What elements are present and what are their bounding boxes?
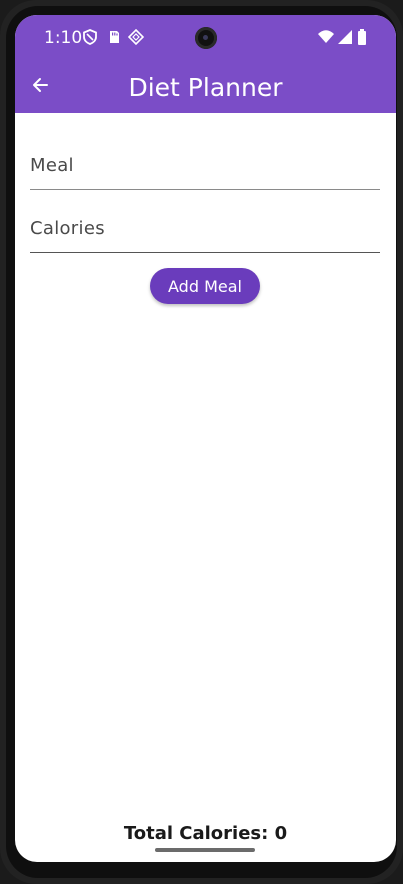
- page-title: Diet Planner: [128, 73, 283, 102]
- total-calories-label: Total Calories: 0: [123, 823, 288, 844]
- app-bar: Diet Planner: [15, 61, 396, 113]
- calories-input[interactable]: [30, 204, 380, 252]
- diamond-icon: [127, 28, 145, 46]
- add-meal-button[interactable]: Add Meal: [150, 268, 260, 304]
- sd-card-icon: [106, 29, 122, 45]
- status-bar: 1:10: [15, 15, 396, 61]
- shield-icon: [82, 29, 98, 45]
- screen: 1:10 Diet Planner Meal Calories Add Meal…: [15, 15, 396, 862]
- device-frame: 1:10 Diet Planner Meal Calories Add Meal…: [0, 0, 403, 884]
- front-camera: [195, 27, 217, 49]
- status-time: 1:10: [44, 28, 83, 48]
- meal-field[interactable]: [30, 141, 380, 190]
- wifi-icon: [317, 29, 335, 45]
- meal-input[interactable]: [30, 141, 380, 189]
- signal-icon: [337, 29, 353, 45]
- home-indicator[interactable]: [155, 848, 255, 852]
- calories-field[interactable]: [30, 204, 380, 253]
- battery-icon: [357, 29, 367, 45]
